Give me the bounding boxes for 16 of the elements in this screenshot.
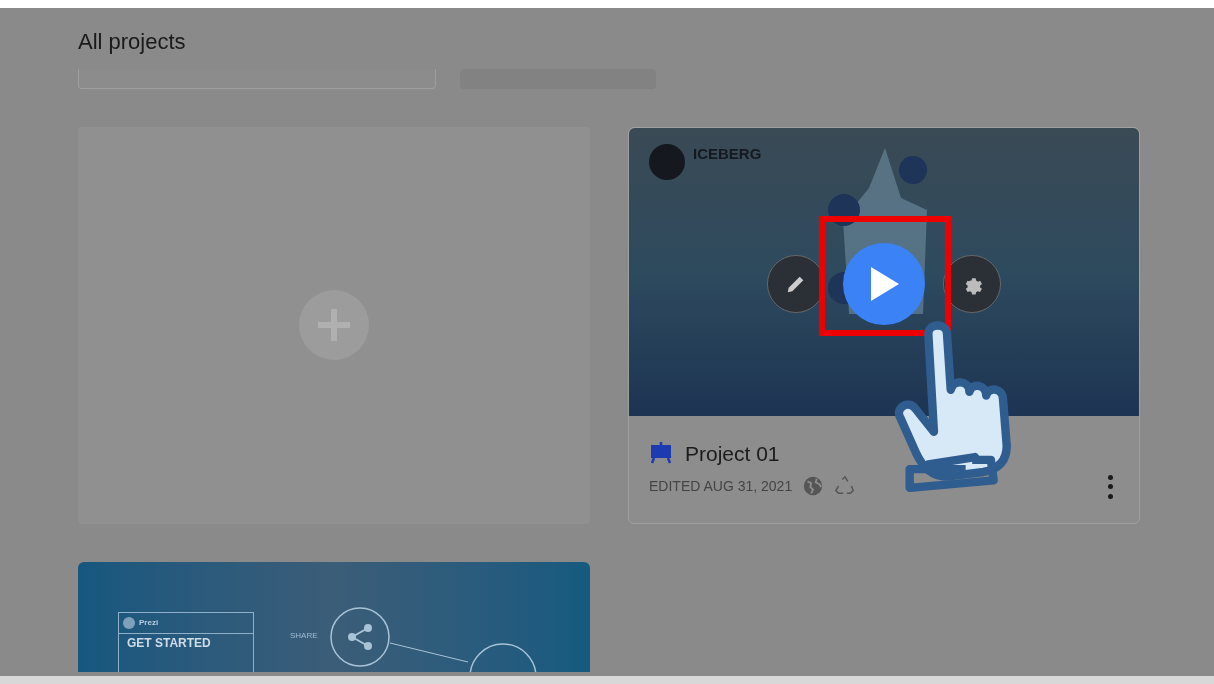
presentation-icon: [649, 442, 673, 465]
logo-icon: [123, 616, 135, 629]
project-title: Project 01: [685, 440, 780, 467]
plus-icon: [298, 289, 370, 361]
logo-icon: [649, 143, 685, 180]
recycle-icon: [834, 475, 857, 497]
share-label: SHARE: [290, 629, 318, 642]
brand-name: Prezi: [139, 616, 159, 629]
globe-icon: [802, 475, 825, 497]
thumbnail-heading: ICEBERG: [693, 145, 762, 161]
project-card[interactable]: ICEBERG Project 01 EDITED AUG 31, 2021: [628, 126, 1140, 524]
slide-heading: GET STARTED: [126, 634, 212, 652]
edited-date: EDITED AUG 31, 2021: [649, 476, 793, 496]
new-project-tile[interactable]: [78, 126, 590, 524]
project-card[interactable]: Prezi GET STARTED SHARE: [78, 561, 590, 672]
page-title: All projects: [78, 28, 187, 56]
